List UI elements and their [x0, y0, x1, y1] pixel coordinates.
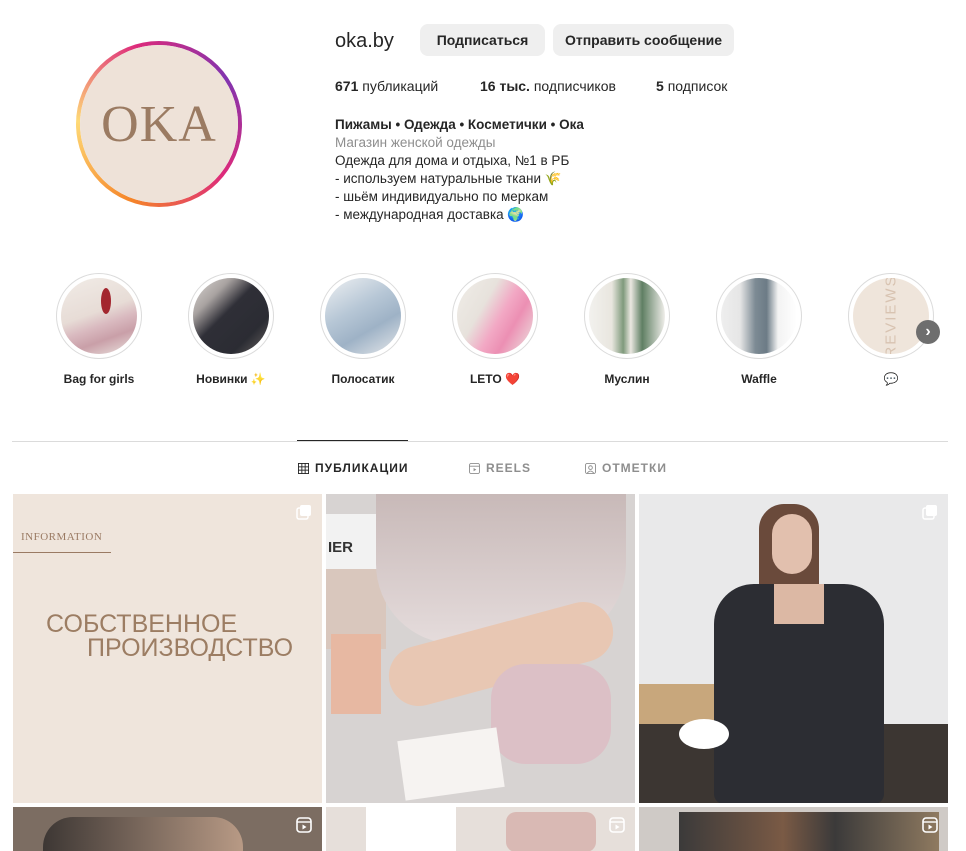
divider	[13, 552, 111, 553]
tagged-icon	[585, 462, 596, 474]
bio-line: - шьём индивидуально по меркам	[335, 189, 549, 204]
highlight-label: Муслин	[604, 372, 650, 386]
profile-avatar[interactable]: OKA	[76, 41, 242, 207]
highlight-label: Полосатик	[331, 372, 395, 386]
highlight-leto[interactable]: LETO ❤️	[429, 273, 561, 386]
reels-icon	[296, 817, 312, 833]
highlight-label: 💬	[883, 372, 899, 386]
highlight-cover	[193, 278, 269, 354]
highlight-cover	[721, 278, 797, 354]
post-tile[interactable]	[326, 807, 635, 851]
tab-reels[interactable]: REELS	[469, 461, 531, 475]
followers-link[interactable]: 16 тыс. подписчиков	[480, 78, 616, 94]
bio-category: Магазин женской одежды	[335, 135, 496, 150]
reviews-cover-text: REVIEWS	[882, 278, 900, 354]
post-brand-text: IER	[328, 539, 354, 556]
tab-tagged[interactable]: ОТМЕТКИ	[585, 461, 667, 475]
grid-icon	[298, 462, 309, 474]
highlight-label: Waffle	[741, 372, 777, 386]
post-tile[interactable]: IER	[326, 494, 635, 803]
highlight-new[interactable]: Новинки ✨	[165, 273, 297, 386]
highlight-polosatik[interactable]: Полосатик	[297, 273, 429, 386]
post-tile[interactable]	[639, 494, 948, 803]
post-tile[interactable]	[13, 807, 322, 851]
highlight-cover	[589, 278, 665, 354]
highlight-muslin[interactable]: Муслин	[561, 273, 693, 386]
highlight-cover	[61, 278, 137, 354]
highlight-bag-for-girls[interactable]: Bag for girls	[33, 273, 165, 386]
profile-bio: Пижамы • Одежда • Косметички • Ока Магаз…	[335, 116, 584, 224]
post-info-label: INFORMATION	[21, 531, 103, 543]
highlight-label: Новинки ✨	[196, 372, 266, 386]
tab-posts[interactable]: ПУБЛИКАЦИИ	[298, 461, 408, 475]
highlight-label: Bag for girls	[63, 372, 135, 386]
bio-line: - международная доставка 🌍	[335, 207, 525, 222]
tabs-divider	[12, 441, 948, 442]
bio-name: Пижамы • Одежда • Косметички • Ока	[335, 117, 584, 132]
posts-count: 671 публикаций	[335, 78, 439, 94]
highlight-cover: REVIEWS	[853, 278, 929, 354]
post-tile[interactable]	[639, 807, 948, 851]
reels-icon	[469, 462, 480, 474]
highlight-label: LETO ❤️	[469, 372, 521, 386]
reels-icon	[922, 817, 938, 833]
highlight-waffle[interactable]: Waffle	[693, 273, 825, 386]
highlight-cover	[325, 278, 401, 354]
carousel-icon	[922, 505, 937, 520]
reels-icon	[609, 817, 625, 833]
avatar-logo-text: OKA	[101, 95, 217, 153]
username: oka.by	[335, 30, 394, 52]
following-link[interactable]: 5 подписок	[656, 78, 727, 94]
chevron-right-icon[interactable]: ›	[916, 320, 940, 344]
active-tab-indicator	[297, 440, 408, 441]
post-tile[interactable]: INFORMATION СОБСТВЕННОЕ ПРОИЗВОДСТВО	[13, 494, 322, 803]
follow-button[interactable]: Подписаться	[420, 24, 545, 56]
post-headline: ПРОИЗВОДСТВО	[87, 634, 294, 662]
carousel-icon	[296, 505, 311, 520]
bio-line: - используем натуральные ткани 🌾	[335, 171, 562, 186]
send-message-button[interactable]: Отправить сообщение	[553, 24, 734, 56]
highlight-cover	[457, 278, 533, 354]
bio-line: Одежда для дома и отдыха, №1 в РБ	[335, 153, 570, 168]
